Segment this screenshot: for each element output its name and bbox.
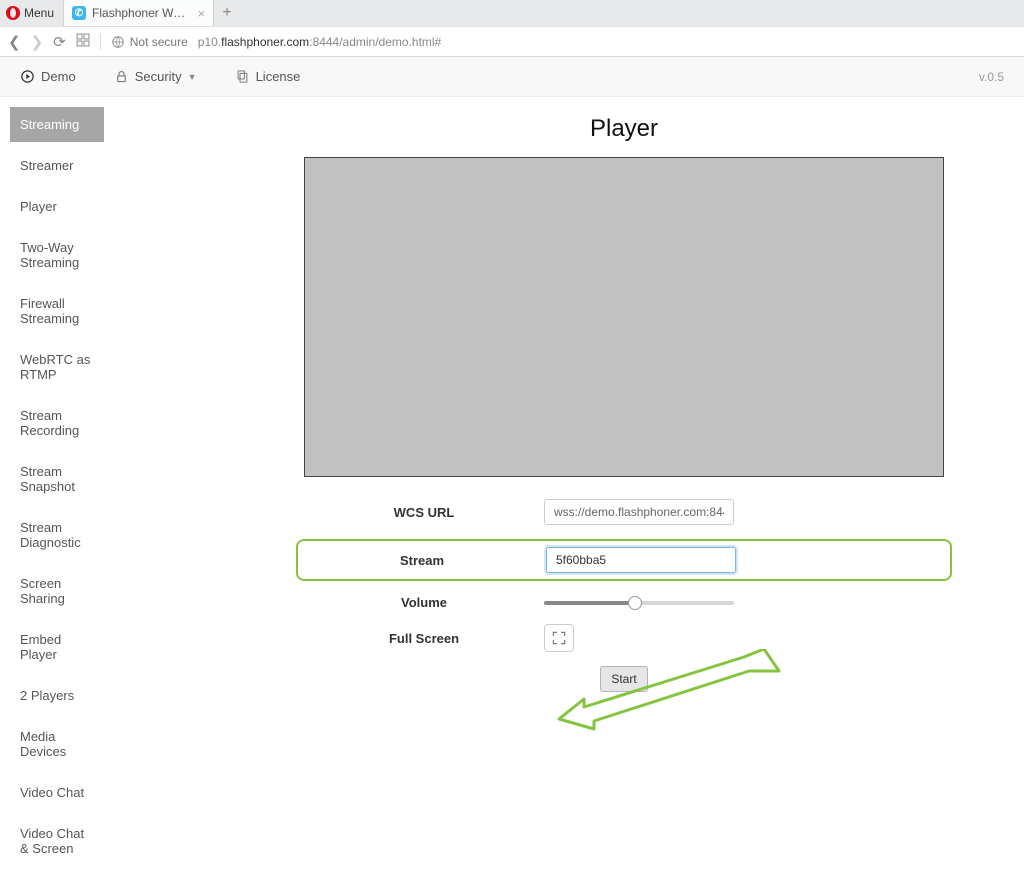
fullscreen-icon: [552, 631, 566, 645]
row-start: Start: [304, 666, 944, 692]
reload-button[interactable]: ⟳: [53, 33, 66, 51]
sidebar-item-media-devices[interactable]: Media Devices: [10, 719, 104, 769]
sidebar-item-video-chat-screen[interactable]: Video Chat & Screen: [10, 816, 104, 866]
sidebar-item-video-chat[interactable]: Video Chat: [10, 775, 104, 810]
row-volume: Volume: [304, 595, 944, 610]
back-button[interactable]: ❮: [8, 33, 21, 51]
wcs-url-label: WCS URL: [304, 505, 544, 520]
opera-logo-icon: [6, 6, 20, 20]
browser-chrome: Menu ✆ Flashphoner Web Call Serv… × + ❮ …: [0, 0, 1024, 57]
opera-menu-label: Menu: [24, 6, 54, 20]
nav-demo[interactable]: Demo: [20, 69, 76, 84]
app-header: Demo Security ▼ License v.0.5: [0, 57, 1024, 97]
play-circle-icon: [20, 69, 35, 84]
globe-icon: [111, 35, 125, 49]
lock-icon: [114, 69, 129, 84]
volume-slider[interactable]: [544, 601, 734, 605]
nav-security-label: Security: [135, 69, 182, 84]
sidebar-item-embed[interactable]: Embed Player: [10, 622, 104, 672]
opera-menu-button[interactable]: Menu: [0, 0, 64, 26]
video-player-area: [304, 157, 944, 477]
sidebar-item-diagnostic[interactable]: Stream Diagnostic: [10, 510, 104, 560]
sidebar-item-screen-sharing[interactable]: Screen Sharing: [10, 566, 104, 616]
stream-input[interactable]: [546, 547, 736, 573]
volume-fill: [544, 601, 635, 605]
sidebar-item-streaming[interactable]: Streaming: [10, 107, 104, 142]
page-title: Player: [304, 115, 944, 143]
tab-title: Flashphoner Web Call Serv…: [92, 6, 191, 20]
main-content: Player WCS URL Stream Volume: [114, 97, 1024, 882]
row-wcs-url: WCS URL: [304, 499, 944, 525]
new-tab-button[interactable]: +: [214, 4, 240, 22]
speed-dial-icon[interactable]: [76, 33, 90, 51]
nav-license[interactable]: License: [235, 69, 301, 84]
tab-bar: Menu ✆ Flashphoner Web Call Serv… × +: [0, 0, 1024, 26]
start-button[interactable]: Start: [600, 666, 648, 692]
row-stream: Stream: [296, 539, 952, 581]
sidebar-item-webrtc-rtmp[interactable]: WebRTC as RTMP: [10, 342, 104, 392]
site-info-button[interactable]: Not secure: [111, 35, 188, 49]
chevron-down-icon: ▼: [188, 72, 197, 82]
sidebar-item-snapshot[interactable]: Stream Snapshot: [10, 454, 104, 504]
nav-license-label: License: [256, 69, 301, 84]
sidebar-item-streamer[interactable]: Streamer: [10, 148, 104, 183]
sidebar-item-2players[interactable]: 2 Players: [10, 678, 104, 713]
copy-icon: [235, 69, 250, 84]
url-text[interactable]: p10.flashphoner.com:8444/admin/demo.html…: [198, 35, 442, 49]
fullscreen-label: Full Screen: [304, 631, 544, 646]
tab-close-icon[interactable]: ×: [197, 7, 205, 20]
sidebar-item-recording[interactable]: Stream Recording: [10, 398, 104, 448]
version-label: v.0.5: [979, 70, 1004, 84]
fullscreen-button[interactable]: [544, 624, 574, 652]
volume-label: Volume: [304, 595, 544, 610]
stream-label: Stream: [298, 553, 546, 568]
wcs-url-input[interactable]: [544, 499, 734, 525]
sidebar-item-player[interactable]: Player: [10, 189, 104, 224]
volume-thumb[interactable]: [628, 596, 642, 610]
sidebar: Streaming Streamer Player Two-Way Stream…: [0, 97, 114, 882]
tab-favicon-icon: ✆: [72, 6, 86, 20]
row-fullscreen: Full Screen: [304, 624, 944, 652]
nav-security[interactable]: Security ▼: [114, 69, 197, 84]
not-secure-label: Not secure: [130, 35, 188, 49]
player-form: WCS URL Stream Volume Full Screen: [304, 499, 944, 692]
address-bar: ❮ ❯ ⟳ Not secure p10.flashphoner.com:844…: [0, 26, 1024, 56]
browser-tab[interactable]: ✆ Flashphoner Web Call Serv… ×: [64, 0, 214, 26]
sidebar-item-firewall[interactable]: Firewall Streaming: [10, 286, 104, 336]
forward-button[interactable]: ❯: [31, 33, 44, 51]
sidebar-item-two-way[interactable]: Two-Way Streaming: [10, 230, 104, 280]
nav-demo-label: Demo: [41, 69, 76, 84]
